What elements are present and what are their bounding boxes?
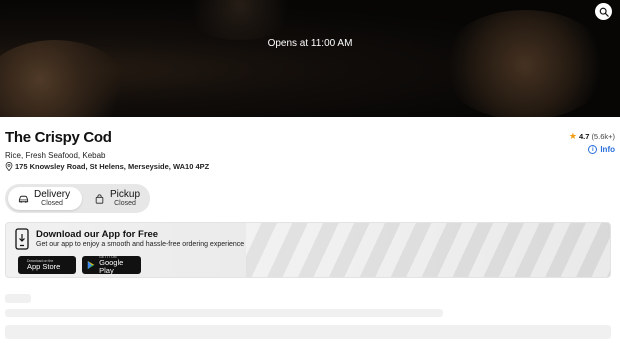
app-store-button[interactable]: Download on the App Store [18,256,76,274]
address-text: 175 Knowsley Road, St Helens, Merseyside… [15,162,210,171]
app-download-banner: Download our App for Free Get our app to… [5,222,611,278]
cuisine-list: Rice, Fresh Seafood, Kebab [5,151,106,160]
pickup-option[interactable]: Pickup Closed [84,187,148,210]
fulfilment-toggle: Delivery Closed Pickup Closed [5,184,150,213]
app-banner-title: Download our App for Free [36,229,159,240]
bag-icon [95,193,104,204]
loading-placeholder [5,294,31,303]
google-play-button[interactable]: GET IT ON Google Play [82,254,141,275]
rating-value: 4.7 [579,132,590,141]
app-store-small-text: Download on the [27,258,54,263]
rating-summary: ★ 4.7 (5.6k+) [569,131,615,142]
restaurant-address: 175 Knowsley Road, St Helens, Merseyside… [5,162,209,171]
google-play-small-text: GET IT ON [99,254,117,259]
rating-count: (5.6k+) [591,132,615,141]
delivery-option[interactable]: Delivery Closed [8,187,82,210]
restaurant-name: The Crispy Cod [5,129,112,146]
delivery-label: Delivery [34,188,71,200]
loading-placeholder [5,325,611,339]
app-store-label: App Store [27,262,61,271]
pickup-status: Closed [114,200,136,208]
phone-download-icon [15,228,29,250]
search-icon [599,7,609,17]
car-icon [18,195,29,203]
info-label: Info [600,145,615,154]
star-icon: ★ [568,131,577,141]
search-button[interactable] [595,3,612,20]
delivery-status: Closed [41,200,63,208]
hero-banner: Opens at 11:00 AM [0,0,620,117]
info-link[interactable]: i Info [588,145,615,154]
location-pin-icon [5,162,13,171]
google-play-icon [87,260,95,270]
info-icon: i [588,145,598,154]
opening-time: Opens at 11:00 AM [267,38,353,49]
google-play-label: Google Play [99,258,124,275]
pickup-label: Pickup [110,188,141,200]
app-banner-subtitle: Get our app to enjoy a smooth and hassle… [36,241,245,248]
loading-placeholder [5,309,443,317]
